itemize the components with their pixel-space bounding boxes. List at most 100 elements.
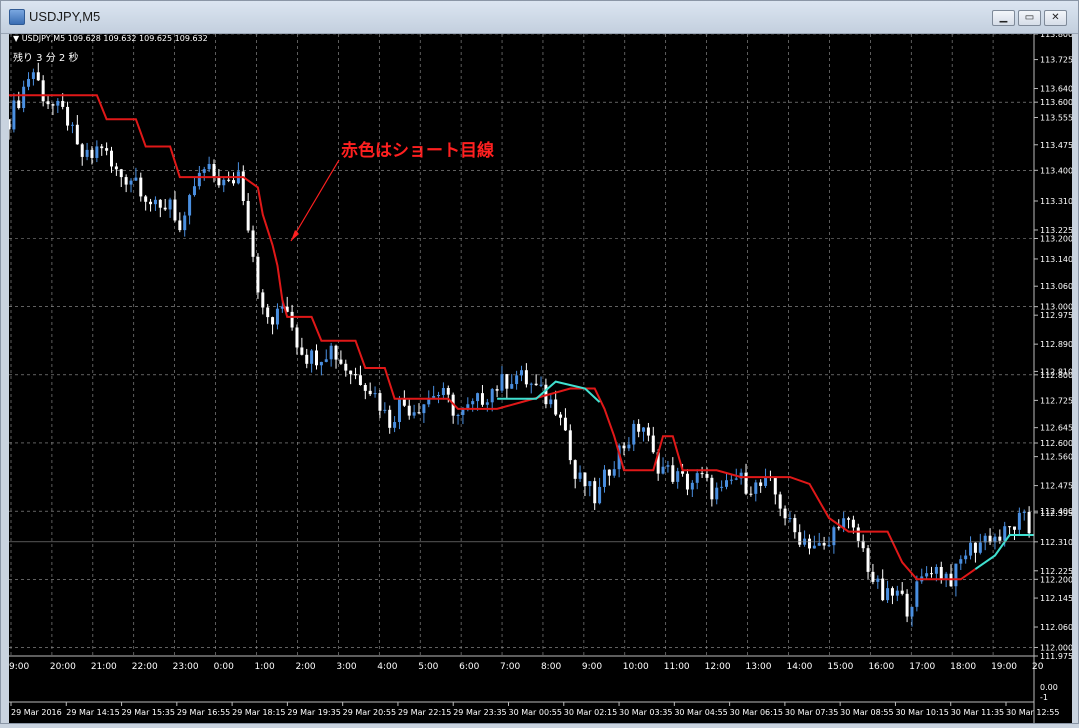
restore-button[interactable]: ▭	[1018, 10, 1041, 26]
candle-body	[632, 423, 636, 445]
candle-body	[671, 465, 675, 482]
hour-tick-label: 19:00	[991, 662, 1017, 672]
price-tick-label: 113.600	[1040, 98, 1072, 107]
candle-body	[22, 86, 26, 109]
candle-body	[832, 527, 836, 546]
candle-body	[61, 100, 65, 107]
hour-tick-label: 23:00	[173, 662, 199, 672]
price-chart[interactable]: 赤色はショート目線 113.800 113.725 113.640 113.600 113…	[7, 30, 1073, 723]
subwindow-scale-label: 0.00	[1040, 683, 1058, 692]
candle-body	[900, 590, 904, 594]
candle-body	[495, 389, 499, 391]
candle-body	[807, 538, 811, 549]
candle-body	[827, 545, 831, 547]
annotation-text: 赤色はショート目線	[341, 140, 494, 161]
candle-body	[749, 493, 753, 495]
candle-body	[310, 350, 314, 364]
candle-body	[315, 350, 318, 366]
hour-tick-label: 8:00	[541, 662, 561, 672]
price-tick-label: 112.890	[1040, 340, 1072, 349]
candle-body	[95, 146, 99, 158]
candle-body	[1003, 526, 1007, 541]
price-tick-label: 112.310	[1040, 538, 1072, 547]
price-tick-label: 113.060	[1040, 282, 1072, 291]
price-tick-label: 112.145	[1040, 594, 1072, 603]
candle-body	[124, 177, 128, 185]
candle-body	[41, 80, 45, 102]
date-tick-label: 30 Mar 03:35	[619, 708, 672, 717]
candle-body	[266, 307, 270, 318]
date-tick-label: 30 Mar 10:15	[895, 708, 948, 717]
candle-body	[300, 347, 304, 355]
hour-tick-label: 5:00	[418, 662, 438, 672]
candle-body	[881, 578, 885, 601]
candle-body	[725, 480, 728, 487]
hour-tick-label: 11:00	[664, 662, 690, 672]
price-tick-label: 113.725	[1040, 56, 1072, 65]
candle-body	[344, 363, 348, 371]
candle-body	[66, 106, 70, 126]
date-tick-label: 29 Mar 18:15	[232, 708, 285, 717]
candle-body	[783, 508, 787, 519]
candle-body	[642, 427, 646, 432]
candle-body	[681, 471, 685, 474]
candle-body	[349, 370, 353, 375]
price-tick-label: 112.475	[1040, 482, 1072, 491]
candle-body	[197, 172, 201, 187]
candle-body	[944, 573, 948, 579]
candle-body	[973, 542, 977, 553]
hour-tick-label: 13:00	[746, 662, 772, 672]
candle-body	[890, 588, 894, 596]
candle-body	[441, 388, 445, 396]
candle-body	[173, 199, 177, 221]
candle-body	[627, 444, 631, 449]
candle-body	[759, 482, 763, 486]
title-bar[interactable]: USDJPY,M5 ▁ ▭ ✕	[1, 1, 1078, 34]
hour-tick-label: 20:00	[50, 662, 76, 672]
candle-body	[876, 578, 880, 582]
date-tick-label: 30 Mar 02:15	[564, 708, 617, 717]
price-tick-label: 112.200	[1040, 575, 1072, 584]
hour-tick-label: 22:00	[132, 662, 158, 672]
minimize-button[interactable]: ▁	[992, 10, 1015, 26]
candle-body	[471, 401, 475, 405]
candle-body	[764, 476, 768, 486]
candle-body	[554, 399, 558, 415]
candle-body	[334, 345, 338, 360]
price-tick-label: 113.400	[1040, 166, 1072, 175]
date-tick-label: 29 Mar 19:35	[287, 708, 340, 717]
candle-body	[983, 535, 987, 543]
candle-body	[36, 72, 40, 81]
price-tick-label: 112.800	[1040, 371, 1072, 380]
hour-tick-label: 18:00	[950, 662, 976, 672]
candle-body	[31, 72, 35, 79]
candle-body	[866, 548, 870, 572]
price-tick-label: 112.645	[1040, 424, 1072, 433]
candle-body	[202, 169, 206, 173]
close-button[interactable]: ✕	[1044, 10, 1067, 26]
candle-body	[969, 542, 973, 556]
candle-body	[119, 169, 123, 178]
candle-body	[612, 469, 616, 476]
chart-canvas[interactable]: 赤色はショート目線 113.800 113.725 113.640 113.600 113…	[7, 30, 1073, 723]
candle-body	[524, 370, 528, 385]
candle-body	[178, 220, 182, 231]
candle-body	[539, 384, 543, 386]
candle-body	[80, 144, 84, 157]
date-tick-label: 30 Mar 06:15	[730, 708, 783, 717]
candle-body	[851, 519, 855, 528]
price-tick-label: 112.600	[1040, 439, 1072, 448]
hour-tick-label: 15:00	[827, 662, 853, 672]
candle-body	[275, 308, 279, 325]
candle-body	[637, 423, 641, 432]
date-tick-label: 30 Mar 04:55	[674, 708, 727, 717]
date-tick-label: 29 Mar 20:55	[343, 708, 396, 717]
candle-body	[354, 374, 358, 376]
candle-body	[207, 164, 211, 170]
candle-body	[363, 385, 367, 391]
candle-body	[817, 543, 821, 546]
candle-body	[705, 474, 709, 478]
chart-background	[9, 34, 1072, 723]
candle-body	[622, 445, 626, 449]
candle-body	[1022, 511, 1026, 513]
